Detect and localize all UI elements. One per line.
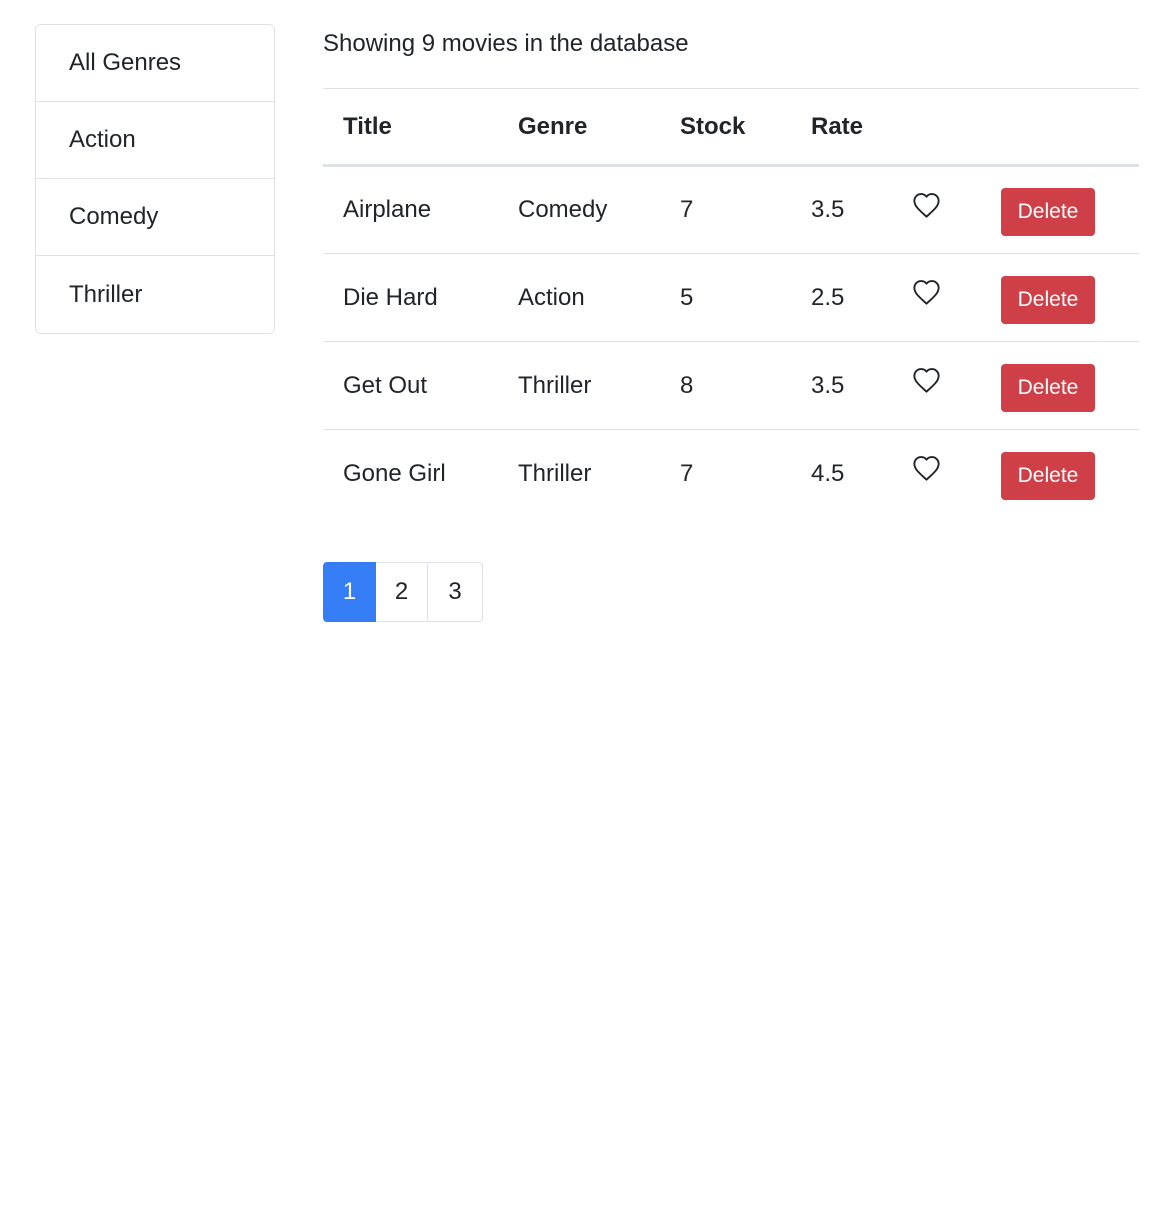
main-content: Showing 9 movies in the database Title G… bbox=[323, 24, 1139, 622]
movie-rate: 4.5 bbox=[811, 459, 845, 487]
genre-list: All Genres Action Comedy Thriller bbox=[35, 24, 275, 334]
column-header-like bbox=[902, 88, 981, 167]
action-cell: Delete bbox=[981, 253, 1139, 342]
like-cell bbox=[902, 430, 981, 518]
like-cell bbox=[902, 341, 981, 430]
genre-item-action[interactable]: Action bbox=[36, 102, 274, 179]
heart-outline-icon[interactable] bbox=[912, 279, 941, 305]
movie-genre: Thriller bbox=[498, 341, 660, 430]
delete-button[interactable]: Delete bbox=[1001, 451, 1095, 500]
movie-stock: 7 bbox=[680, 459, 694, 487]
movie-count-summary: Showing 9 movies in the database bbox=[323, 30, 689, 57]
delete-button[interactable]: Delete bbox=[1001, 363, 1095, 412]
table-row: Die Hard Action 5 2.5 Delete bbox=[323, 253, 1139, 342]
movie-genre: Thriller bbox=[518, 459, 592, 487]
movie-title: Die Hard bbox=[323, 253, 498, 342]
genre-item-all-genres[interactable]: All Genres bbox=[36, 25, 274, 102]
pagination: 1 2 3 bbox=[323, 561, 1139, 622]
column-header-rate[interactable]: Rate bbox=[791, 88, 902, 167]
action-cell: Delete bbox=[981, 430, 1139, 518]
delete-button[interactable]: Delete bbox=[1001, 188, 1095, 236]
page-link-1[interactable]: 1 bbox=[323, 561, 376, 622]
table-row: Airplane Comedy 7 3.5 Delete bbox=[323, 165, 1139, 254]
delete-button[interactable]: Delete bbox=[1001, 275, 1095, 324]
action-cell: Delete bbox=[981, 341, 1139, 430]
heart-outline-icon[interactable] bbox=[912, 367, 941, 393]
genre-item-comedy[interactable]: Comedy bbox=[36, 179, 274, 256]
movie-stock: 7 bbox=[660, 165, 791, 254]
movie-title: Airplane bbox=[323, 165, 498, 254]
page-link-2[interactable]: 2 bbox=[375, 561, 428, 622]
heart-outline-icon[interactable] bbox=[912, 455, 941, 481]
action-cell: Delete bbox=[981, 165, 1139, 254]
movie-rate: 2.5 bbox=[791, 253, 902, 342]
heart-outline-icon[interactable] bbox=[912, 192, 941, 218]
movie-rate: 3.5 bbox=[791, 341, 902, 430]
like-cell bbox=[902, 253, 981, 342]
movie-title: Gone Girl bbox=[343, 459, 446, 487]
movies-table: Title Genre Stock Rate Airplane Comedy 7… bbox=[323, 88, 1139, 518]
movie-genre: Action bbox=[498, 253, 660, 342]
table-header-row: Title Genre Stock Rate bbox=[323, 88, 1139, 167]
column-header-title[interactable]: Title bbox=[323, 88, 498, 167]
column-header-stock[interactable]: Stock bbox=[660, 88, 791, 167]
like-cell bbox=[902, 165, 981, 254]
movie-rate: 3.5 bbox=[791, 165, 902, 254]
column-header-genre[interactable]: Genre bbox=[498, 88, 660, 167]
movie-title: Get Out bbox=[323, 341, 498, 430]
movie-stock: 5 bbox=[660, 253, 791, 342]
table-row: Gone Girl Thriller 7 4.5 Delete bbox=[323, 430, 1139, 518]
movie-genre: Comedy bbox=[498, 165, 660, 254]
table-row: Get Out Thriller 8 3.5 Delete bbox=[323, 341, 1139, 430]
column-header-actions bbox=[981, 88, 1139, 167]
page-link-3[interactable]: 3 bbox=[427, 561, 483, 622]
genre-item-thriller[interactable]: Thriller bbox=[36, 256, 274, 333]
movie-stock: 8 bbox=[660, 341, 791, 430]
